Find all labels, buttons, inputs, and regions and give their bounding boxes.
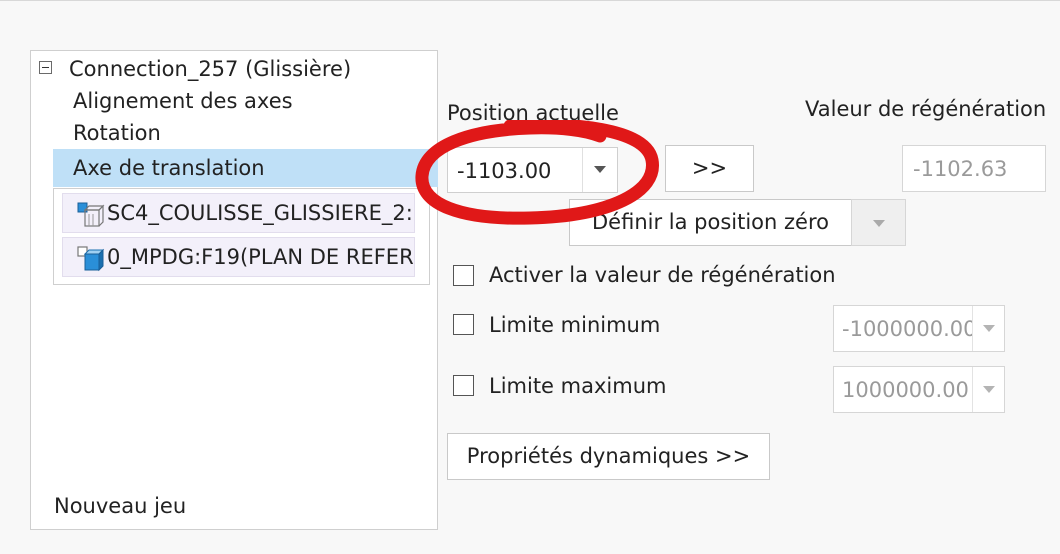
max-limit-combo[interactable]: 1000000.00 bbox=[833, 366, 1005, 413]
max-limit-label: Limite maximum bbox=[489, 374, 667, 398]
min-limit-checkbox[interactable] bbox=[453, 314, 474, 335]
new-set-link[interactable]: Nouveau jeu bbox=[54, 494, 186, 518]
reference-label: SC4_COULISSE_GLISSIERE_2:C bbox=[107, 201, 415, 225]
tree-root-connection[interactable]: Connection_257 (Glissière) bbox=[69, 57, 351, 81]
reference-label: 0_MPDG:F19(PLAN DE REFER bbox=[107, 245, 414, 269]
part-surface-icon bbox=[77, 202, 105, 227]
tree-item-label: Axe de translation bbox=[73, 156, 265, 180]
datum-plane-icon bbox=[77, 246, 105, 272]
current-position-value: -1103.00 bbox=[457, 159, 552, 183]
max-limit-dropdown-button[interactable] bbox=[972, 367, 1004, 412]
enable-regen-checkbox[interactable] bbox=[453, 265, 474, 286]
enable-regen-label: Activer la valeur de régénération bbox=[489, 263, 836, 287]
regen-value-field[interactable]: -1102.63 bbox=[902, 145, 1046, 192]
min-limit-label: Limite minimum bbox=[489, 313, 661, 337]
min-limit-combo[interactable]: -1000000.00 bbox=[833, 305, 1005, 352]
dynamic-properties-button[interactable]: Propriétés dynamiques >> bbox=[447, 433, 770, 480]
tree-item-axis-alignment[interactable]: Alignement des axes bbox=[73, 89, 293, 113]
min-limit-dropdown-button[interactable] bbox=[972, 306, 1004, 351]
set-zero-position-button[interactable]: Définir la position zéro bbox=[569, 199, 852, 246]
max-limit-value: 1000000.00 bbox=[842, 378, 969, 402]
current-position-combo[interactable]: -1103.00 bbox=[447, 147, 618, 193]
regen-value-label: Valeur de régénération bbox=[805, 97, 1047, 121]
min-limit-value: -1000000.00 bbox=[842, 317, 977, 341]
current-position-label: Position actuelle bbox=[447, 101, 619, 125]
connection-tree: Connection_257 (Glissière) Alignement de… bbox=[30, 50, 438, 530]
collapse-icon[interactable] bbox=[39, 61, 52, 74]
regen-value-text: -1102.63 bbox=[913, 157, 1008, 181]
chevron-down-icon bbox=[873, 220, 885, 227]
tree-item-translation-axis[interactable]: Axe de translation bbox=[53, 149, 438, 187]
reference-item[interactable]: 0_MPDG:F19(PLAN DE REFER bbox=[62, 237, 415, 277]
max-limit-checkbox[interactable] bbox=[453, 375, 474, 396]
chevron-down-icon bbox=[983, 325, 995, 332]
chevron-down-icon bbox=[594, 166, 606, 173]
set-zero-dropdown-button[interactable] bbox=[851, 199, 906, 246]
copy-to-regen-button[interactable]: >> bbox=[665, 145, 754, 192]
reference-list: SC4_COULISSE_GLISSIERE_2:C 0_MPDG:F19(PL… bbox=[53, 188, 430, 285]
top-divider bbox=[0, 0, 1060, 1]
reference-item[interactable]: SC4_COULISSE_GLISSIERE_2:C bbox=[62, 193, 415, 233]
tree-item-rotation[interactable]: Rotation bbox=[73, 121, 161, 145]
position-dropdown-button[interactable] bbox=[582, 148, 617, 192]
chevron-down-icon bbox=[983, 386, 995, 393]
